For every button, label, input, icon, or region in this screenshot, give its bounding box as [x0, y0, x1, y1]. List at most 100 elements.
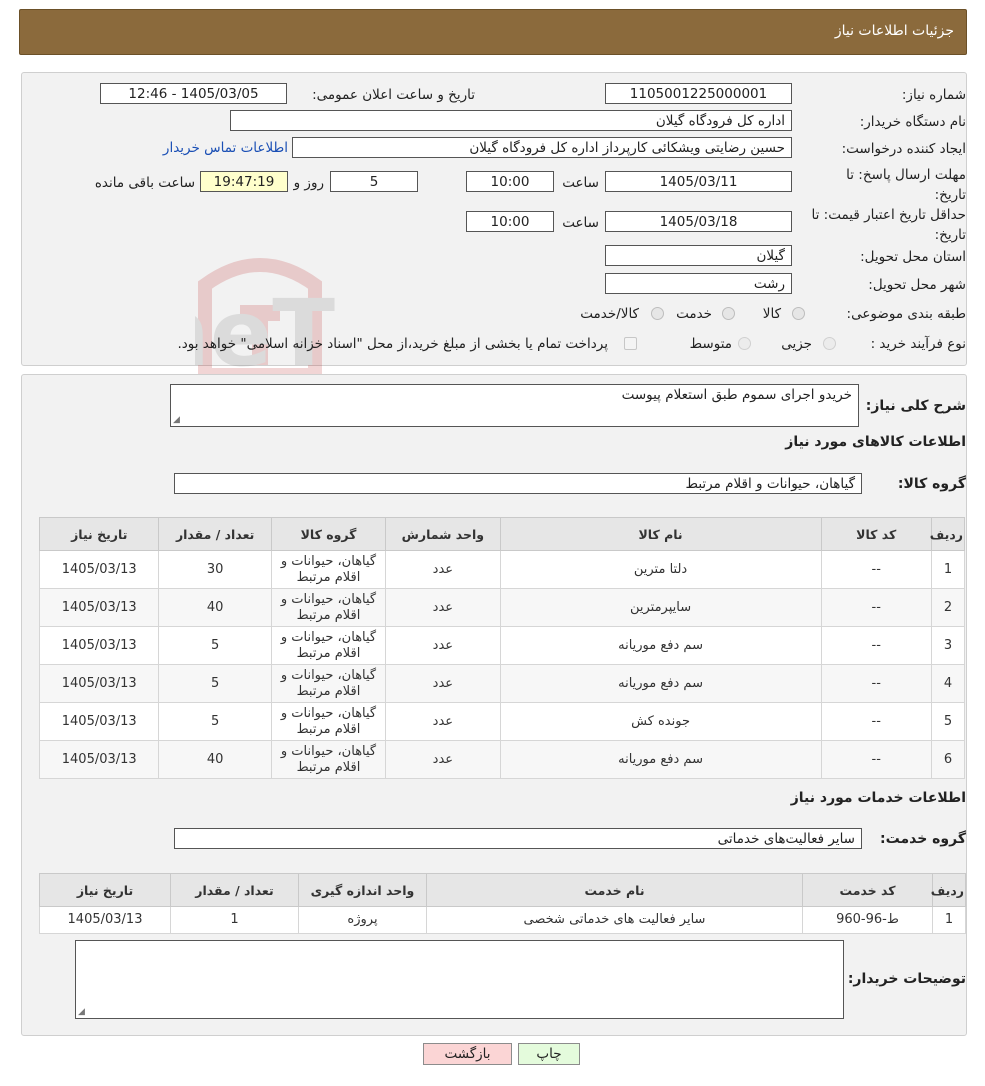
goods-group-label: گروه کالا:: [897, 476, 966, 492]
goods-name-cell: جونده کش: [499, 702, 822, 741]
goods-col-unit: واحد شمارش: [385, 517, 501, 551]
goods-group-cell: گیاهان، حیوانات و اقلام مرتبط: [270, 740, 387, 779]
goods-table-row: 5 -- جونده کش عدد گیاهان، حیوانات و اقلام مر…: [38, 702, 966, 741]
resize-grip-icon[interactable]: ◢: [78, 1007, 85, 1017]
quantity-cell: 40: [158, 588, 272, 627]
goods-table-row: 3 -- سم دفع موریانه عدد گیاهان، حیوانات و اق…: [38, 626, 966, 665]
category-service-label: خدمت: [676, 306, 712, 322]
process-minor-radio[interactable]: [823, 337, 836, 350]
service-col-qty: تعداد / مقدار: [170, 873, 299, 907]
goods-table-header: ردیف کد کالا نام کالا واحد شمارش گروه کا…: [38, 517, 966, 551]
remaining-days-field: 5: [330, 171, 418, 192]
category-goods-service-label: کالا/خدمت: [580, 306, 639, 322]
quantity-cell: 5: [158, 664, 272, 703]
row-number-cell: 6: [930, 740, 966, 779]
goods-name-cell: دلتا مترین: [499, 550, 822, 589]
process-medium-radio[interactable]: [738, 337, 751, 350]
need-date-cell: 1405/03/13: [38, 740, 160, 779]
unit-cell: عدد: [385, 702, 501, 741]
process-medium-label: متوسط: [689, 336, 732, 352]
goods-code-cell: --: [820, 740, 932, 779]
goods-code-cell: --: [820, 626, 932, 665]
announce-field: 1405/03/05 - 12:46: [100, 83, 287, 104]
row-number-cell: 1: [930, 550, 966, 589]
goods-code-cell: --: [820, 664, 932, 703]
province-field: گیلان: [605, 245, 792, 266]
goods-group-cell: گیاهان، حیوانات و اقلام مرتبط: [270, 588, 387, 627]
need-date-cell: 1405/03/13: [38, 664, 160, 703]
city-field: رشت: [605, 273, 792, 294]
remaining-time-field: 19:47:19: [200, 171, 288, 192]
service-col-date: تاریخ نیاز: [39, 873, 171, 907]
goods-name-cell: سم دفع موریانه: [499, 740, 822, 779]
deadline-time-label: ساعت: [562, 175, 599, 191]
goods-col-group: گروه کالا: [270, 517, 387, 551]
unit-cell: پروژه: [298, 906, 427, 934]
buyer-org-label: نام دستگاه خریدار:: [859, 114, 966, 130]
goods-table-row: 6 -- سم دفع موریانه عدد گیاهان، حیوانات و اق…: [38, 740, 966, 779]
quantity-cell: 5: [158, 626, 272, 665]
validity-time-field: 10:00: [466, 211, 554, 232]
summary-textarea[interactable]: خریدو اجرای سموم طبق استعلام پیوست ◢: [170, 384, 859, 427]
service-group-label: گروه خدمت:: [880, 831, 966, 847]
service-col-unit: واحد اندازه گیری: [298, 873, 427, 907]
need-date-cell: 1405/03/13: [39, 906, 171, 934]
category-goods-service-radio[interactable]: [651, 307, 664, 320]
goods-name-cell: سم دفع موریانه: [499, 664, 822, 703]
quantity-cell: 30: [158, 550, 272, 589]
resize-grip-icon[interactable]: ◢: [173, 415, 180, 425]
services-table: ردیف کد خدمت نام خدمت واحد اندازه گیری ت…: [39, 873, 966, 934]
goods-group-cell: گیاهان، حیوانات و اقلام مرتبط: [270, 626, 387, 665]
goods-col-qty: تعداد / مقدار: [158, 517, 272, 551]
services-table-header: ردیف کد خدمت نام خدمت واحد اندازه گیری ت…: [39, 873, 966, 907]
unit-cell: عدد: [385, 664, 501, 703]
need-date-cell: 1405/03/13: [38, 702, 160, 741]
buyer-contact-link[interactable]: اطلاعات تماس خریدار: [163, 140, 288, 156]
need-date-cell: 1405/03/13: [38, 550, 160, 589]
goods-code-cell: --: [820, 702, 932, 741]
category-label: طبقه بندی موضوعی:: [846, 306, 966, 322]
unit-cell: عدد: [385, 626, 501, 665]
quantity-cell: 5: [158, 702, 272, 741]
buyer-org-field: اداره کل فرودگاه گیلان: [230, 110, 792, 131]
row-number-cell: 1: [932, 906, 966, 934]
category-goods-label: کالا: [762, 306, 781, 322]
service-col-name: نام خدمت: [426, 873, 803, 907]
deadline-date-field: 1405/03/11: [605, 171, 792, 192]
category-goods-radio[interactable]: [792, 307, 805, 320]
page-title: جزئیات اطلاعات نیاز: [834, 23, 954, 39]
goods-name-cell: سم دفع موریانه: [499, 626, 822, 665]
deadline-label: مهلت ارسال پاسخ: تا تاریخ:: [846, 167, 966, 203]
row-number-cell: 2: [930, 588, 966, 627]
need-number-label: شماره نیاز:: [901, 87, 966, 103]
treasury-bonds-checkbox[interactable]: [624, 337, 637, 350]
goods-col-date: تاریخ نیاز: [38, 517, 160, 551]
page-header: جزئیات اطلاعات نیاز: [19, 9, 967, 55]
category-service-radio[interactable]: [722, 307, 735, 320]
service-name-cell: سایر فعالیت های خدماتی شخصی: [426, 906, 803, 934]
unit-cell: عدد: [385, 550, 501, 589]
row-number-cell: 5: [930, 702, 966, 741]
unit-cell: عدد: [385, 588, 501, 627]
print-button[interactable]: چاپ: [518, 1043, 580, 1065]
service-group-field: سایر فعالیت‌های خدماتی: [174, 828, 862, 849]
services-section-title: اطلاعات خدمات مورد نیاز: [790, 790, 966, 806]
goods-table-row: 1 -- دلتا مترین عدد گیاهان، حیوانات و اقلام …: [38, 550, 966, 589]
service-col-row: ردیف: [931, 873, 966, 907]
goods-name-cell: سایپرمترین: [499, 588, 822, 627]
goods-group-cell: گیاهان، حیوانات و اقلام مرتبط: [270, 664, 387, 703]
goods-col-code: کد کالا: [820, 517, 932, 551]
requester-field: حسین رضایتی ویشکائی کارپرداز اداره کل فر…: [292, 137, 792, 158]
validity-time-label: ساعت: [562, 215, 599, 231]
process-minor-label: جزیی: [781, 336, 812, 352]
service-col-code: کد خدمت: [802, 873, 933, 907]
goods-group-field: گیاهان، حیوانات و اقلام مرتبط: [174, 473, 862, 494]
buyer-notes-textarea[interactable]: ◢: [75, 940, 844, 1019]
requester-label: ایجاد کننده درخواست:: [841, 141, 966, 157]
row-number-cell: 3: [930, 626, 966, 665]
days-label: روز و: [293, 175, 324, 191]
service-code-cell: ط-96-960: [802, 906, 933, 934]
back-button[interactable]: بازگشت: [423, 1043, 512, 1065]
goods-col-row: ردیف: [930, 517, 966, 551]
treasury-bonds-note: پرداخت تمام یا بخشی از مبلغ خرید،از محل …: [177, 336, 608, 352]
